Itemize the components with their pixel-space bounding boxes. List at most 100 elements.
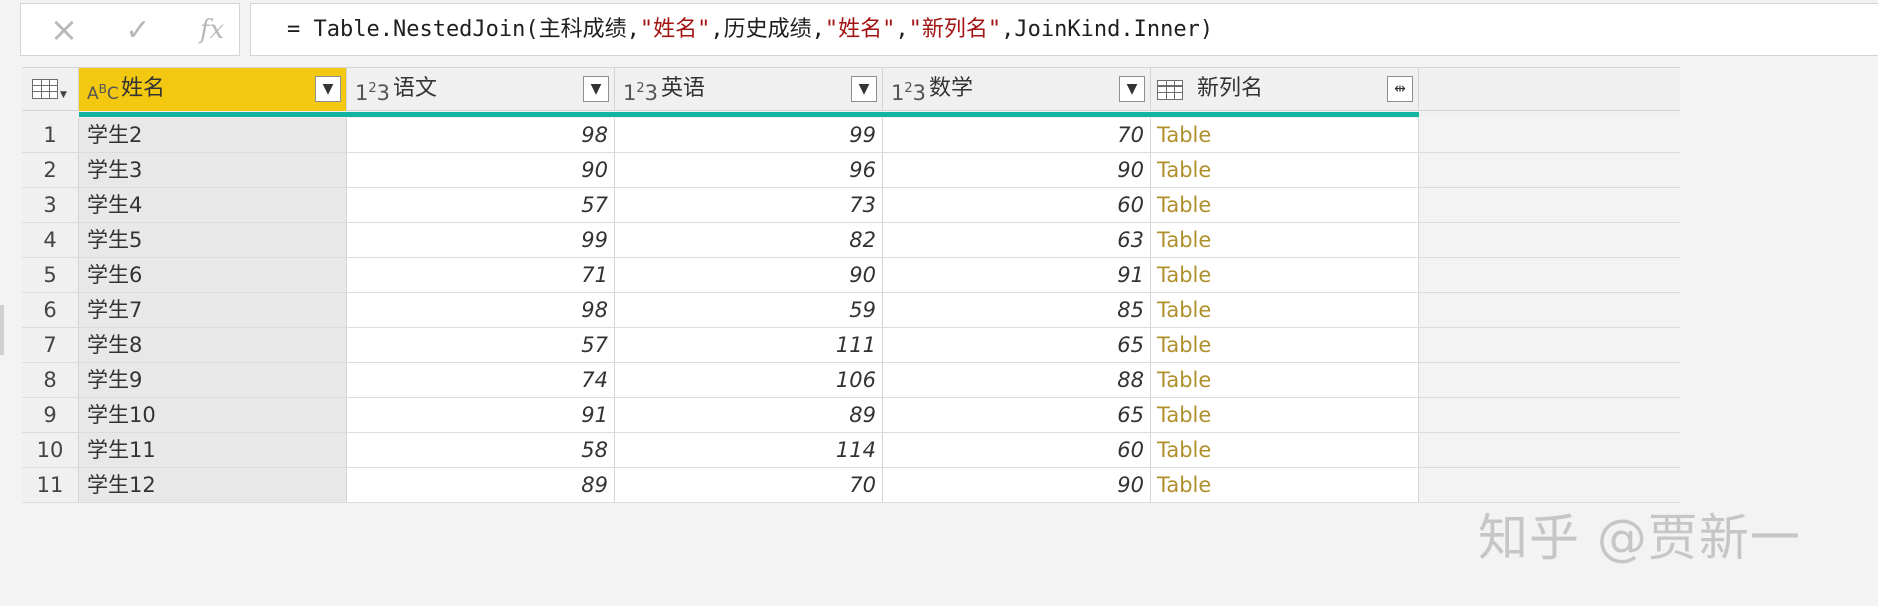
cell-english[interactable]: 106 bbox=[615, 363, 883, 397]
cell-name[interactable]: 学生10 bbox=[79, 398, 347, 432]
table-link-cell[interactable]: Table bbox=[1151, 363, 1419, 397]
table-row: 10 学生11 58 114 60 Table bbox=[22, 433, 1680, 468]
cell-english[interactable]: 89 bbox=[615, 398, 883, 432]
cell-math[interactable]: 65 bbox=[883, 398, 1151, 432]
cell-chinese[interactable]: 58 bbox=[347, 433, 615, 467]
cell-math[interactable]: 88 bbox=[883, 363, 1151, 397]
filter-dropdown-icon[interactable]: ▼ bbox=[851, 76, 877, 102]
cell-name[interactable]: 学生3 bbox=[79, 153, 347, 187]
row-number[interactable]: 6 bbox=[22, 293, 79, 327]
table-link-cell[interactable]: Table bbox=[1151, 328, 1419, 362]
row-number[interactable]: 2 bbox=[22, 153, 79, 187]
row-number[interactable]: 7 bbox=[22, 328, 79, 362]
cell-math[interactable]: 60 bbox=[883, 433, 1151, 467]
cell-chinese[interactable]: 91 bbox=[347, 398, 615, 432]
cell-name[interactable]: 学生11 bbox=[79, 433, 347, 467]
cell-math[interactable]: 90 bbox=[883, 468, 1151, 502]
table-link-cell[interactable]: Table bbox=[1151, 468, 1419, 502]
table-link-cell[interactable]: Table bbox=[1151, 118, 1419, 152]
cell-chinese[interactable]: 74 bbox=[347, 363, 615, 397]
filter-dropdown-icon[interactable]: ▼ bbox=[583, 76, 609, 102]
cell-name[interactable]: 学生9 bbox=[79, 363, 347, 397]
cell-name[interactable]: 学生6 bbox=[79, 258, 347, 292]
formula-code-token: ,JoinKind.Inner) bbox=[1001, 17, 1214, 42]
cell-chinese[interactable]: 99 bbox=[347, 223, 615, 257]
cell-english[interactable]: 96 bbox=[615, 153, 883, 187]
cell-math[interactable]: 90 bbox=[883, 153, 1151, 187]
cell-english[interactable]: 90 bbox=[615, 258, 883, 292]
cell-chinese[interactable]: 57 bbox=[347, 328, 615, 362]
column-header-label: 姓名 bbox=[121, 76, 166, 101]
cell-english[interactable]: 111 bbox=[615, 328, 883, 362]
cell-english[interactable]: 82 bbox=[615, 223, 883, 257]
cell-english[interactable]: 114 bbox=[615, 433, 883, 467]
caret-down-icon: ▼ bbox=[60, 90, 67, 100]
table-icon bbox=[32, 79, 58, 99]
cell-name[interactable]: 学生12 bbox=[79, 468, 347, 502]
cancel-icon[interactable]: × bbox=[39, 4, 89, 57]
filter-dropdown-icon[interactable]: ▼ bbox=[315, 76, 341, 102]
row-number[interactable]: 3 bbox=[22, 188, 79, 222]
cell-math[interactable]: 91 bbox=[883, 258, 1151, 292]
table-row: 1 学生2 98 99 70 Table bbox=[22, 118, 1680, 153]
commit-icon[interactable]: ✓ bbox=[113, 4, 163, 57]
formula-input[interactable]: = Table.NestedJoin(主科成绩,"姓名",历史成绩,"姓名","… bbox=[250, 3, 1878, 56]
cell-chinese[interactable]: 98 bbox=[347, 118, 615, 152]
table-link-cell[interactable]: Table bbox=[1151, 153, 1419, 187]
column-header-chinese[interactable]: 123 语文 ▼ bbox=[347, 68, 615, 111]
cell-math[interactable]: 85 bbox=[883, 293, 1151, 327]
number-type-icon: 123 bbox=[355, 81, 391, 105]
table-row: 9 学生10 91 89 65 Table bbox=[22, 398, 1680, 433]
column-header-math[interactable]: 123 数学 ▼ bbox=[883, 68, 1151, 111]
column-header-newcol[interactable]: 新列名 ⇹ bbox=[1151, 68, 1419, 111]
row-number[interactable]: 1 bbox=[22, 118, 79, 152]
cell-math[interactable]: 63 bbox=[883, 223, 1151, 257]
number-type-icon: 123 bbox=[891, 81, 927, 105]
column-header-english[interactable]: 123 英语 ▼ bbox=[615, 68, 883, 111]
table-link-cell[interactable]: Table bbox=[1151, 188, 1419, 222]
row-number[interactable]: 4 bbox=[22, 223, 79, 257]
table-link-cell[interactable]: Table bbox=[1151, 433, 1419, 467]
table-row: 8 学生9 74 106 88 Table bbox=[22, 363, 1680, 398]
cell-chinese[interactable]: 98 bbox=[347, 293, 615, 327]
table-row: 6 学生7 98 59 85 Table bbox=[22, 293, 1680, 328]
cell-math[interactable]: 65 bbox=[883, 328, 1151, 362]
table-link-cell[interactable]: Table bbox=[1151, 258, 1419, 292]
cell-math[interactable]: 70 bbox=[883, 118, 1151, 152]
cell-name[interactable]: 学生5 bbox=[79, 223, 347, 257]
column-header-row: ▼ ABC 姓名 ▼ 123 语文 ▼ 123 英语 ▼ 123 数学 ▼ 新列名 ⇹ bbox=[22, 67, 1680, 111]
table-link-cell[interactable]: Table bbox=[1151, 293, 1419, 327]
row-number[interactable]: 10 bbox=[22, 433, 79, 467]
formula-string-token: "姓名" bbox=[824, 17, 896, 42]
fx-icon[interactable]: fx bbox=[187, 4, 237, 57]
cell-english[interactable]: 99 bbox=[615, 118, 883, 152]
formula-code-token: , bbox=[895, 17, 909, 42]
filter-dropdown-icon[interactable]: ▼ bbox=[1119, 76, 1145, 102]
column-header-name[interactable]: ABC 姓名 ▼ bbox=[79, 68, 347, 111]
table-link-cell[interactable]: Table bbox=[1151, 398, 1419, 432]
cell-chinese[interactable]: 89 bbox=[347, 468, 615, 502]
table-row: 7 学生8 57 111 65 Table bbox=[22, 328, 1680, 363]
table-row: 3 学生4 57 73 60 Table bbox=[22, 188, 1680, 223]
watermark: 知乎 @贾新一 bbox=[1478, 509, 1801, 567]
cell-chinese[interactable]: 71 bbox=[347, 258, 615, 292]
cell-name[interactable]: 学生4 bbox=[79, 188, 347, 222]
cell-name[interactable]: 学生8 bbox=[79, 328, 347, 362]
row-number[interactable]: 8 bbox=[22, 363, 79, 397]
expand-column-icon[interactable]: ⇹ bbox=[1387, 76, 1413, 102]
cell-chinese[interactable]: 90 bbox=[347, 153, 615, 187]
row-number[interactable]: 5 bbox=[22, 258, 79, 292]
table-link-cell[interactable]: Table bbox=[1151, 223, 1419, 257]
cell-english[interactable]: 59 bbox=[615, 293, 883, 327]
row-number[interactable]: 9 bbox=[22, 398, 79, 432]
row-number[interactable]: 11 bbox=[22, 468, 79, 502]
column-header-label: 数学 bbox=[929, 76, 974, 101]
cell-name[interactable]: 学生7 bbox=[79, 293, 347, 327]
table-menu-button[interactable]: ▼ bbox=[22, 68, 79, 111]
column-header-label: 语文 bbox=[393, 76, 438, 101]
cell-math[interactable]: 60 bbox=[883, 188, 1151, 222]
cell-name[interactable]: 学生2 bbox=[79, 118, 347, 152]
cell-english[interactable]: 70 bbox=[615, 468, 883, 502]
cell-chinese[interactable]: 57 bbox=[347, 188, 615, 222]
cell-english[interactable]: 73 bbox=[615, 188, 883, 222]
